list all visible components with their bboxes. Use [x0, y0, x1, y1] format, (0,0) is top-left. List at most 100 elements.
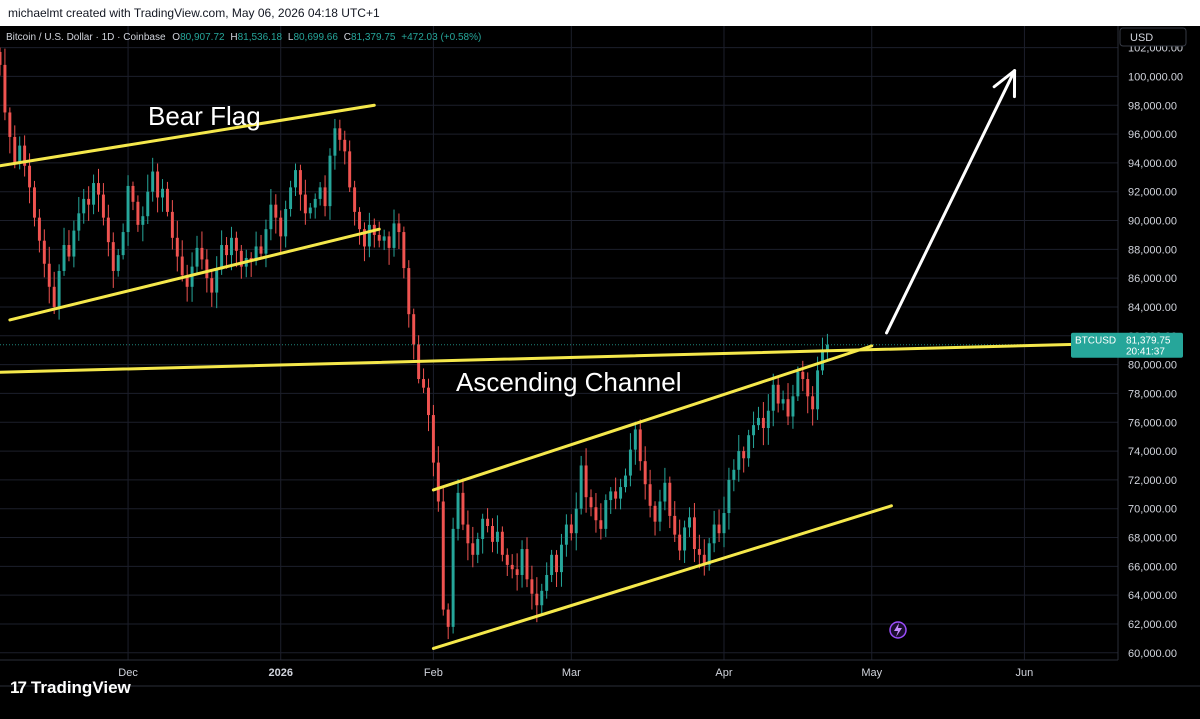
candle-body: [471, 543, 474, 555]
candle-body: [688, 517, 691, 527]
price-tick-label: 86,000.00: [1128, 273, 1177, 285]
candle-body: [565, 525, 568, 545]
candle-body: [97, 183, 100, 195]
candle-body: [230, 238, 233, 255]
candle-body: [353, 187, 356, 211]
candle-body: [570, 525, 573, 534]
candle-body: [678, 535, 681, 551]
candle-body: [496, 532, 499, 542]
change-value: +472.03 (+0.58%): [401, 32, 481, 43]
candle-body: [796, 372, 799, 396]
candle-body: [348, 151, 351, 187]
candle-body: [757, 418, 760, 425]
price-tick-label: 72,000.00: [1128, 475, 1177, 487]
low-value: 80,699.66: [293, 32, 338, 43]
candle-body: [816, 370, 819, 409]
candle-body: [289, 187, 292, 209]
time-tick-label: Apr: [715, 667, 732, 679]
candle-body: [122, 232, 125, 255]
candle-body: [811, 396, 814, 409]
candle-body: [762, 418, 765, 428]
candle-body: [141, 216, 144, 225]
candle-body: [427, 388, 430, 415]
candle-body: [28, 166, 31, 188]
time-tick-label: Jun: [1016, 667, 1034, 679]
candle-body: [437, 463, 440, 502]
candle-body: [343, 140, 346, 152]
last-price-ticker: BTCUSD: [1075, 336, 1116, 347]
candle-body: [82, 199, 85, 213]
candle-body: [319, 187, 322, 199]
candle-body: [264, 229, 267, 253]
candle-body: [481, 519, 484, 539]
candle-body: [171, 212, 174, 238]
candle-body: [787, 399, 790, 416]
candle-body: [53, 287, 56, 307]
candle-body: [412, 314, 415, 344]
candle-body: [752, 425, 755, 435]
candle-body: [491, 526, 494, 542]
candle-body: [235, 238, 238, 251]
candle-body: [43, 241, 46, 264]
price-tick-label: 64,000.00: [1128, 590, 1177, 602]
candle-body: [511, 565, 514, 569]
candle-body: [225, 245, 228, 255]
price-tick-label: 78,000.00: [1128, 388, 1177, 400]
price-tick-label: 66,000.00: [1128, 561, 1177, 573]
candle-body: [585, 465, 588, 497]
candle-body: [580, 465, 583, 508]
tradingview-brand[interactable]: 17 TradingView: [10, 678, 131, 698]
candle-body: [92, 183, 95, 205]
candle-body: [457, 493, 460, 529]
candle-body: [516, 569, 519, 575]
candle-body: [658, 502, 661, 522]
time-tick-label: Mar: [562, 667, 581, 679]
symbol-label: Bitcoin / U.S. Dollar · 1D · Coinbase: [6, 32, 166, 43]
candle-body: [176, 238, 179, 257]
candle-body: [545, 575, 548, 591]
candle-body: [486, 519, 489, 526]
close-label: C: [344, 32, 351, 43]
candle-body: [284, 209, 287, 236]
candle-body: [629, 450, 632, 476]
bear-flag-label: Bear Flag: [148, 101, 261, 131]
candle-body: [402, 232, 405, 268]
candle-body: [747, 435, 750, 458]
events-lightning-icon[interactable]: [890, 622, 906, 638]
candle-body: [772, 385, 775, 411]
candle-body: [698, 549, 701, 555]
candle-body: [742, 451, 745, 458]
currency-button-label: USD: [1130, 32, 1153, 44]
price-tick-label: 76,000.00: [1128, 417, 1177, 429]
candle-body: [644, 461, 647, 484]
price-tick-label: 94,000.00: [1128, 158, 1177, 170]
candle-body: [333, 128, 336, 155]
high-value: 81,536.18: [238, 32, 283, 43]
candle-body: [624, 476, 627, 488]
candle-body: [33, 187, 36, 217]
price-tick-label: 92,000.00: [1128, 187, 1177, 199]
candle-body: [609, 491, 612, 500]
candle-body: [654, 506, 657, 522]
candle-body: [210, 278, 213, 292]
ohlc-legend: Bitcoin / U.S. Dollar · 1D · Coinbase O8…: [6, 32, 481, 43]
candle-body: [560, 545, 563, 572]
candle-body: [614, 491, 617, 498]
candle-body: [452, 529, 455, 627]
price-tick-label: 90,000.00: [1128, 216, 1177, 228]
candle-body: [619, 487, 622, 499]
price-chart[interactable]: 60,000.0062,000.0064,000.0066,000.0068,0…: [0, 26, 1200, 714]
price-tick-label: 60,000.00: [1128, 648, 1177, 660]
price-tick-label: 74,000.00: [1128, 446, 1177, 458]
candle-body: [107, 218, 110, 242]
price-tick-label: 98,000.00: [1128, 100, 1177, 112]
candle-body: [432, 415, 435, 463]
chart-frame: 60,000.0062,000.0064,000.0066,000.0068,0…: [0, 26, 1200, 714]
candle-body: [526, 549, 529, 579]
candle-body: [136, 202, 139, 225]
candle-body: [368, 225, 371, 247]
candle-body: [18, 146, 21, 163]
high-label: H: [230, 32, 237, 43]
candle-body: [260, 246, 263, 253]
candle-body: [166, 189, 169, 212]
